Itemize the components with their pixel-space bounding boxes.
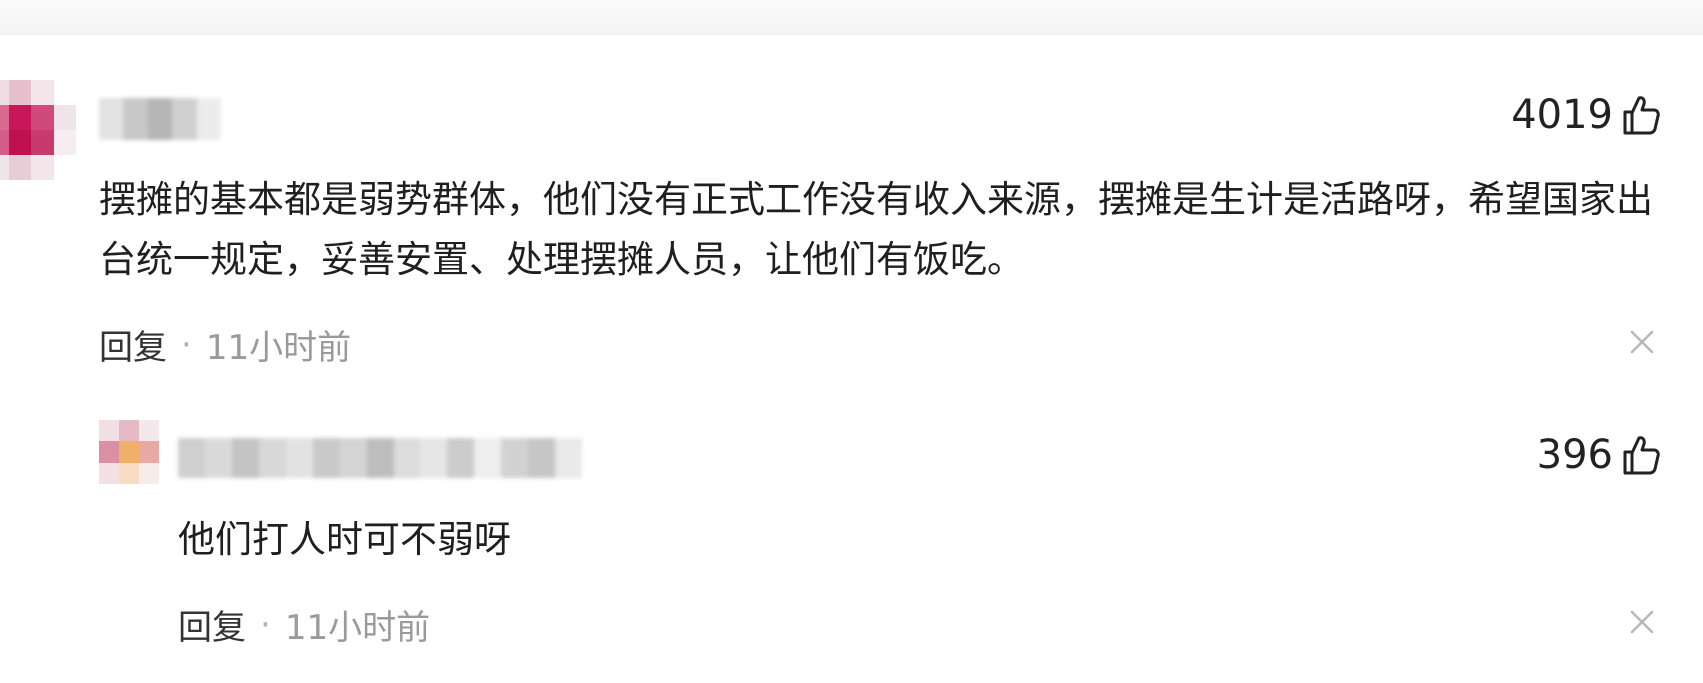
reply-meta: 回复 · 11小时前 xyxy=(178,600,430,649)
avatar-mosaic-cell xyxy=(99,441,119,463)
username-blur-cell xyxy=(555,438,583,478)
reply-button[interactable]: 回复 xyxy=(99,320,167,369)
username-blur-cell xyxy=(501,438,529,478)
avatar-mosaic-cell xyxy=(139,420,159,442)
avatar[interactable] xyxy=(0,80,76,180)
avatar-mosaic-cell xyxy=(0,80,9,105)
avatar-mosaic-cell xyxy=(8,105,31,130)
username-blur-cell xyxy=(99,98,124,140)
username-blur-cell xyxy=(147,98,173,140)
username-blur-cell xyxy=(339,438,367,478)
reply-avatar[interactable] xyxy=(99,420,159,484)
reply-username-blurred[interactable] xyxy=(178,438,583,478)
separator-dot: · xyxy=(181,324,192,365)
username-blurred[interactable] xyxy=(99,98,222,140)
avatar-mosaic-cell xyxy=(119,462,139,484)
top-bar-shadow xyxy=(0,0,1703,35)
username-blur-cell xyxy=(366,438,394,478)
avatar-mosaic-cell xyxy=(53,155,76,180)
timestamp: 11小时前 xyxy=(284,608,431,648)
comment-text: 摆摊的基本都是弱势群体，他们没有正式工作没有收入来源，摆摊是生计是活路呀，希望国… xyxy=(99,178,1653,281)
like-count: 4019 xyxy=(1511,92,1613,138)
avatar-mosaic-cell xyxy=(0,130,9,155)
avatar-mosaic-cell xyxy=(8,130,31,155)
avatar-mosaic-cell xyxy=(139,441,159,463)
close-button[interactable] xyxy=(1629,329,1655,355)
username-blur-cell xyxy=(285,438,313,478)
username-blur-cell xyxy=(204,438,232,478)
avatar-mosaic-cell xyxy=(8,80,31,105)
username-blur-cell xyxy=(528,438,556,478)
avatar-mosaic-cell xyxy=(99,420,119,442)
avatar-mosaic-cell xyxy=(53,80,76,105)
avatar-mosaic-cell xyxy=(31,155,54,180)
timestamp: 11小时前 xyxy=(205,328,352,368)
reply-like-count: 396 xyxy=(1536,432,1613,478)
username-blur-cell xyxy=(420,438,448,478)
reply-text: 他们打人时可不弱呀 xyxy=(178,518,511,561)
username-blur-cell xyxy=(393,438,421,478)
avatar-mosaic-cell xyxy=(8,155,31,180)
close-icon xyxy=(1630,610,1654,634)
avatar-mosaic-cell xyxy=(53,105,76,130)
separator-dot: · xyxy=(260,604,271,645)
username-blur-cell xyxy=(123,98,148,140)
reply-button[interactable]: 回复 xyxy=(178,600,246,649)
username-blur-cell xyxy=(474,438,502,478)
close-icon xyxy=(1630,330,1654,354)
thumbs-up-icon xyxy=(1623,96,1660,135)
username-blur-cell xyxy=(447,438,475,478)
username-blur-cell xyxy=(312,438,340,478)
avatar-mosaic-cell xyxy=(53,130,76,155)
thumbs-up-icon xyxy=(1623,436,1660,475)
username-blur-cell xyxy=(258,438,286,478)
username-blur-cell xyxy=(231,438,259,478)
reply-close-button[interactable] xyxy=(1629,609,1655,635)
avatar-mosaic-cell xyxy=(0,155,9,180)
avatar-mosaic-cell xyxy=(0,105,9,130)
avatar-mosaic-cell xyxy=(99,462,119,484)
avatar-mosaic-cell xyxy=(31,80,54,105)
avatar-mosaic-cell xyxy=(31,105,54,130)
reply-like-button[interactable]: 396 xyxy=(1537,432,1661,478)
username-blur-cell xyxy=(172,98,197,140)
avatar-mosaic-cell xyxy=(119,420,139,442)
avatar-mosaic-cell xyxy=(31,130,54,155)
avatar-mosaic-cell xyxy=(119,441,139,463)
like-button[interactable]: 4019 xyxy=(1511,92,1661,138)
avatar-mosaic-cell xyxy=(139,462,159,484)
comment-meta: 回复 · 11小时前 xyxy=(99,320,351,369)
username-blur-cell xyxy=(196,98,222,140)
username-blur-cell xyxy=(178,438,205,478)
